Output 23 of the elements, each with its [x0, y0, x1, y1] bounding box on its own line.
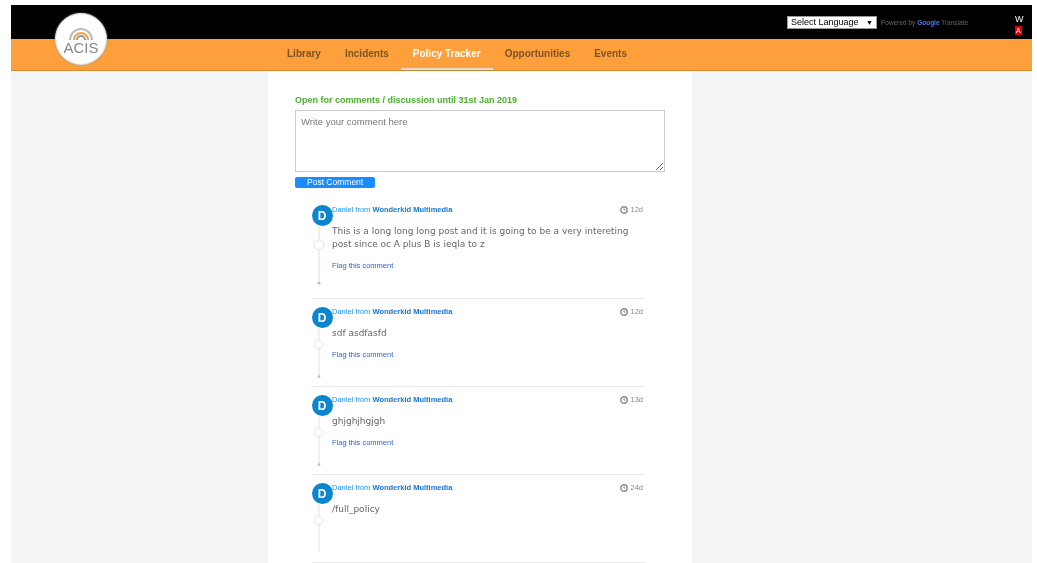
comment-field[interactable]: Write your comment here	[295, 110, 665, 172]
nav-tab[interactable]: Opportunities	[492, 39, 583, 70]
avatar: D	[311, 205, 333, 226]
comment-text: ghjghjhgjgh	[332, 415, 387, 428]
timeline-drawing	[312, 227, 325, 287]
timeline-drawing	[312, 329, 325, 380]
discussion-notice: Open for comments / discussion until 31st Jan 2019	[295, 95, 518, 105]
comment-text: This is a long long long post and it is going to be a very intereting post since oc A plus B is ieqla to z	[332, 225, 630, 251]
comment-text: /full_policy	[332, 503, 381, 516]
post-comment-button[interactable]: Post Comment	[295, 176, 376, 188]
nav-tab[interactable]: Events	[582, 39, 639, 70]
avatar: D	[311, 395, 333, 416]
avatar: D	[311, 483, 333, 504]
clock-icon	[620, 307, 629, 316]
nav-tab[interactable]: Library	[275, 39, 333, 70]
timeline-drawing	[312, 417, 325, 468]
clock-icon	[620, 483, 629, 492]
clock-icon	[620, 205, 629, 214]
comment-text: sdf asdfasfd	[332, 327, 388, 340]
avatar: D	[311, 307, 333, 328]
user-name-text: W	[1015, 13, 1024, 24]
nav-tab[interactable]: Incidents	[332, 39, 401, 70]
clock-icon	[620, 395, 629, 404]
